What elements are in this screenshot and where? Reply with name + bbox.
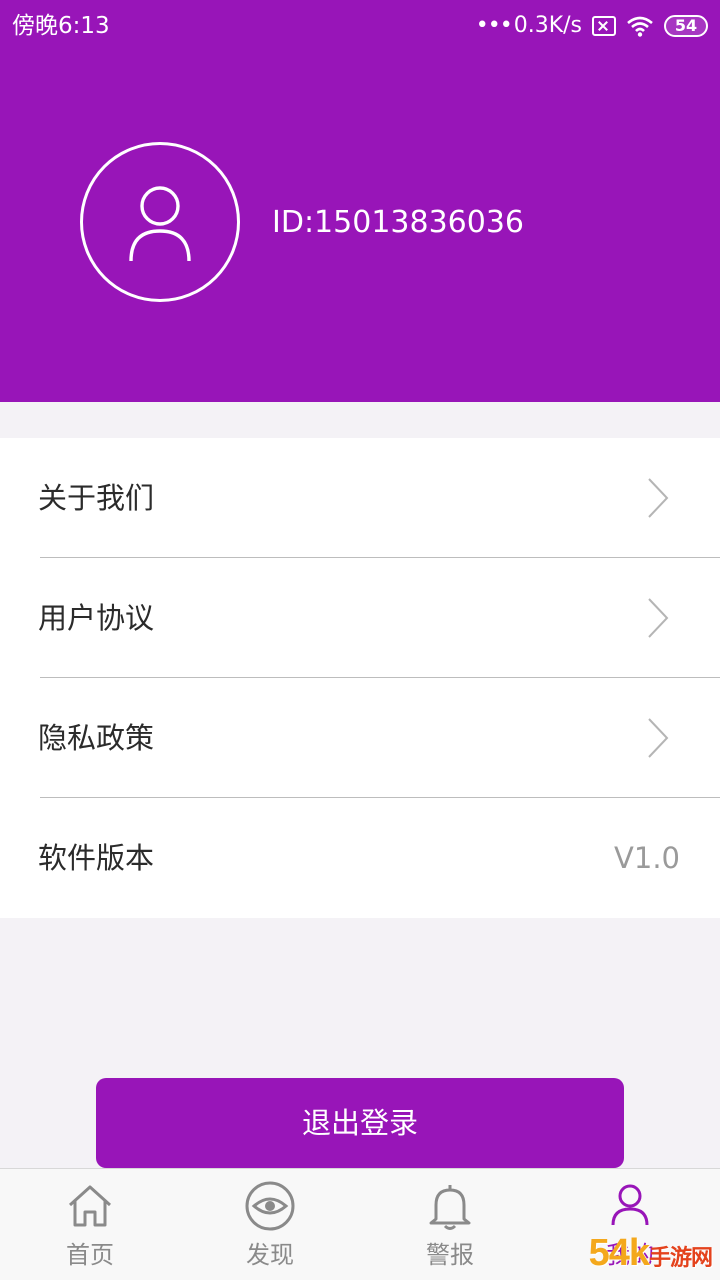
tab-label: 发现	[246, 1241, 294, 1269]
settings-menu: 关于我们 用户协议 隐私政策 软件版本 V1.0	[0, 438, 720, 918]
status-bar: 傍晚6:13 ••• 0.3K/s 54	[0, 0, 720, 52]
user-icon	[611, 1184, 649, 1226]
version-value: V1.0	[614, 841, 680, 875]
menu-item-user-agreement[interactable]: 用户协议	[0, 558, 720, 678]
menu-item-software-version: 软件版本 V1.0	[0, 798, 720, 918]
watermark-sub: 手游网	[648, 1245, 713, 1270]
tab-discover[interactable]: 发现	[180, 1169, 360, 1280]
signal-dots-icon: •••	[475, 13, 513, 38]
watermark-main: 54k	[588, 1232, 650, 1274]
tab-label: 首页	[66, 1241, 114, 1269]
menu-item-privacy-policy[interactable]: 隐私政策	[0, 678, 720, 798]
home-icon	[68, 1185, 112, 1227]
menu-item-label: 用户协议	[38, 601, 155, 635]
menu-item-about-us[interactable]: 关于我们	[0, 438, 720, 558]
bell-icon	[429, 1185, 471, 1230]
tab-alerts[interactable]: 警报	[360, 1169, 540, 1280]
menu-item-label: 软件版本	[38, 841, 155, 875]
user-icon	[129, 186, 191, 262]
user-id: ID:15013836036	[272, 205, 525, 240]
tab-home[interactable]: 首页	[0, 1169, 180, 1280]
logout-button[interactable]: 退出登录	[96, 1078, 624, 1168]
watermark-logo: 54k手游网	[588, 1232, 713, 1275]
status-icons: ••• 0.3K/s 54	[466, 12, 708, 40]
eye-icon	[245, 1181, 295, 1231]
menu-item-label: 隐私政策	[38, 721, 155, 755]
chevron-right-icon	[648, 598, 669, 638]
chevron-right-icon	[648, 718, 669, 758]
tab-label: 警报	[426, 1241, 474, 1269]
wifi-icon	[627, 16, 653, 37]
network-speed: 0.3K/s	[513, 13, 582, 38]
profile-header: 傍晚6:13 ••• 0.3K/s 54 ID:15013836036	[0, 0, 720, 402]
chevron-right-icon	[648, 478, 669, 518]
battery-icon: 54	[664, 15, 708, 37]
menu-item-label: 关于我们	[38, 481, 155, 515]
status-time: 傍晚6:13	[12, 13, 110, 39]
no-sim-icon	[592, 16, 616, 36]
avatar[interactable]	[80, 142, 240, 302]
